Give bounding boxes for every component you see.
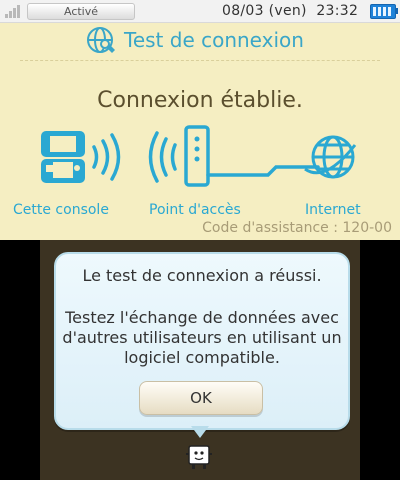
page-header: Test de connexion [0,22,400,58]
console-icon [41,131,85,183]
mascot-icon [186,445,212,469]
date: 08/03 (ven) [222,3,307,19]
connection-status-heading: Connexion établie. [97,88,303,113]
signal-strength-icon [5,4,21,18]
page-title: Test de connexion [124,28,304,52]
network-settings-icon [87,27,115,53]
date-time: 08/03 (ven) 23:32 [222,3,358,19]
time: 23:32 [316,3,359,19]
wifi-status-badge: Activé [27,3,135,20]
connection-diagram [41,125,357,187]
status-bar: Activé 08/03 (ven) 23:32 [0,0,400,23]
internet-label: Internet [305,202,361,218]
title-divider [20,60,380,61]
access-point-label: Point d'accès [149,202,241,218]
battery-icon [370,4,398,19]
ok-button[interactable]: OK [139,381,263,415]
help-code: Code d'assistance : 120-00 [202,220,392,236]
dialog-message-body: Testez l'échange de données avec d'autre… [62,308,342,367]
top-screen: Activé 08/03 (ven) 23:32 Test de connexi… [0,0,400,240]
access-point-icon [148,125,210,187]
dialog-message-title: Le test de connexion a réussi. [82,266,322,285]
console-label: Cette console [13,202,109,218]
dialog-tail [191,426,209,438]
connection-cable [206,165,320,177]
result-dialog: Le test de connexion a réussi. Testez l'… [54,252,350,430]
console-signal-icon [92,133,121,181]
globe-icon [304,135,357,179]
